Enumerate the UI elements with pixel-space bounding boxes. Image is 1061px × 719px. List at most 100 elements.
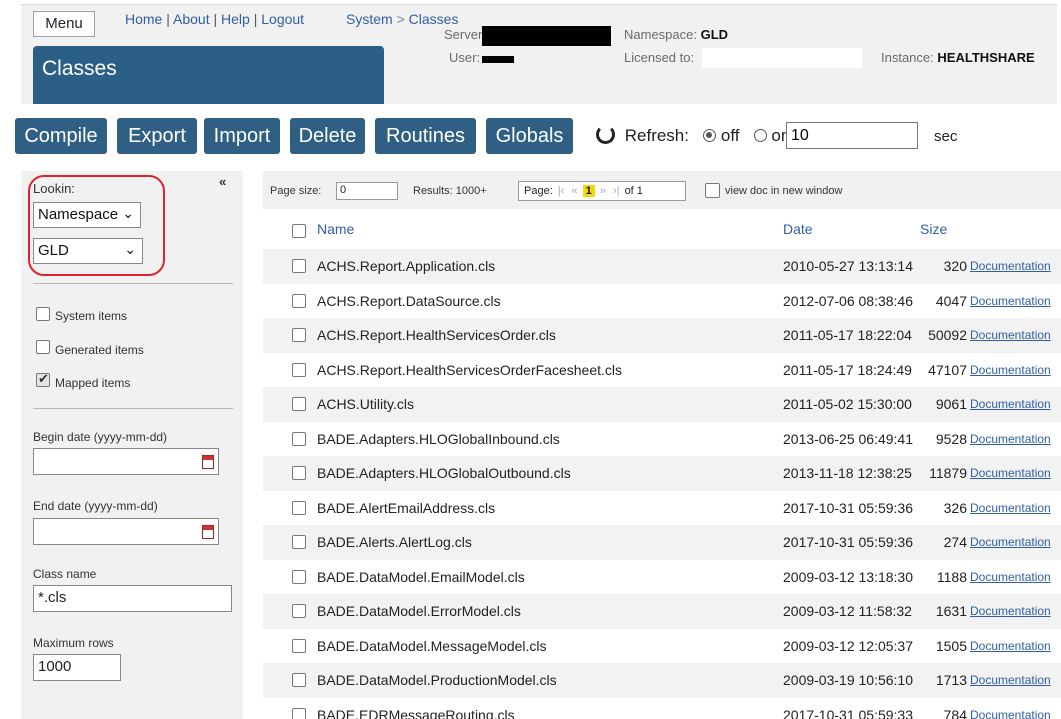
user-label: User: [449, 50, 481, 65]
row-checkbox[interactable] [292, 707, 306, 719]
lookin-select[interactable]: Namespace ⌄ [33, 202, 141, 228]
refresh-off-radio[interactable] [703, 129, 717, 142]
class-name-input[interactable]: *.cls [33, 585, 232, 612]
documentation-link[interactable]: Documentation [970, 604, 1051, 618]
documentation-link[interactable]: Documentation [970, 363, 1051, 377]
table-row[interactable]: BADE.DataModel.ErrorModel.cls 2009-03-12 … [263, 594, 1061, 629]
page-size-input[interactable]: 0 [336, 182, 398, 200]
row-checkbox[interactable] [292, 466, 306, 480]
size-cell: 1713 [935, 672, 967, 688]
row-checkbox[interactable] [292, 362, 306, 377]
mapped-items-checkbox[interactable] [36, 371, 50, 387]
table-row[interactable]: BADE.AlertEmailAddress.cls 2017-10-31 05:… [263, 491, 1061, 526]
class-name-cell[interactable]: BADE.Adapters.HLOGlobalInbound.cls [317, 431, 560, 447]
routines-button[interactable]: Routines [375, 118, 476, 154]
lookin-select-value: Namespace [38, 206, 119, 223]
end-date-input[interactable] [33, 518, 219, 545]
class-name-cell[interactable]: BADE.DataModel.ErrorModel.cls [317, 603, 521, 619]
last-page-icon[interactable]: ›| [613, 185, 620, 197]
refresh-interval-input[interactable] [786, 122, 918, 149]
table-row[interactable]: ACHS.Utility.cls 2011-05-02 15:30:00 9061 D… [263, 387, 1061, 422]
breadcrumb-system[interactable]: System [346, 11, 393, 27]
max-rows-input[interactable]: 1000 [33, 654, 121, 681]
system-items-checkbox[interactable] [36, 307, 50, 321]
row-checkbox[interactable] [292, 535, 306, 549]
select-all-checkbox[interactable] [292, 224, 306, 238]
row-checkbox[interactable] [292, 293, 306, 308]
table-row[interactable]: BADE.Alerts.AlertLog.cls 2017-10-31 05:59… [263, 525, 1061, 560]
refresh-on-radio[interactable] [753, 129, 767, 142]
row-checkbox[interactable] [292, 638, 306, 653]
calendar-icon[interactable] [202, 455, 214, 469]
documentation-link[interactable]: Documentation [970, 466, 1051, 480]
class-name-cell[interactable]: BADE.DataModel.MessageModel.cls [317, 638, 547, 654]
import-button[interactable]: Import [204, 118, 280, 154]
row-checkbox[interactable] [292, 259, 306, 273]
globals-button[interactable]: Globals [486, 118, 573, 154]
table-row[interactable]: ACHS.Report.HealthServicesOrder.cls 2011-… [263, 318, 1061, 353]
documentation-link[interactable]: Documentation [970, 708, 1051, 719]
name-column-header[interactable]: Name [317, 221, 354, 237]
row-checkbox[interactable] [292, 328, 306, 342]
size-column-header[interactable]: Size [920, 221, 947, 237]
documentation-link[interactable]: Documentation [970, 673, 1051, 687]
help-link[interactable]: Help [221, 11, 250, 27]
calendar-icon[interactable] [202, 525, 214, 539]
view-doc-checkbox[interactable] [705, 183, 720, 198]
row-checkbox[interactable] [292, 431, 306, 446]
row-checkbox[interactable] [292, 604, 306, 618]
generated-items-checkbox[interactable] [36, 340, 50, 354]
documentation-link[interactable]: Documentation [970, 639, 1051, 653]
table-row[interactable]: BADE.Adapters.HLOGlobalInbound.cls 2013-0… [263, 422, 1061, 457]
table-row[interactable]: BADE.DataModel.MessageModel.cls 2009-03-1… [263, 629, 1061, 664]
row-checkbox[interactable] [292, 673, 306, 687]
class-name-cell[interactable]: BADE.Alerts.AlertLog.cls [317, 534, 472, 550]
class-name-cell[interactable]: BADE.DataModel.ProductionModel.cls [317, 672, 557, 688]
class-name-cell[interactable]: BADE.DataModel.EmailModel.cls [317, 569, 525, 585]
documentation-link[interactable]: Documentation [970, 259, 1051, 273]
logout-link[interactable]: Logout [261, 11, 304, 27]
refresh-icon[interactable] [596, 125, 615, 144]
class-name-cell[interactable]: BADE.EDRMessageRouting.cls [317, 707, 515, 719]
table-row[interactable]: ACHS.Report.HealthServicesOrderFacesheet… [263, 353, 1061, 388]
table-row[interactable]: BADE.EDRMessageRouting.cls 2017-10-31 05:… [263, 698, 1061, 719]
row-checkbox[interactable] [292, 569, 306, 584]
compile-button[interactable]: Compile [15, 118, 107, 154]
class-name-cell[interactable]: ACHS.Report.Application.cls [317, 258, 495, 274]
class-name-cell[interactable]: ACHS.Report.HealthServicesOrderFacesheet… [317, 362, 622, 378]
documentation-link[interactable]: Documentation [970, 397, 1051, 411]
delete-button[interactable]: Delete [290, 118, 365, 154]
about-link[interactable]: About [173, 11, 210, 27]
class-name-cell[interactable]: BADE.AlertEmailAddress.cls [317, 500, 495, 516]
first-page-icon[interactable]: |‹ [558, 185, 565, 197]
row-checkbox[interactable] [292, 500, 306, 515]
class-name-cell[interactable]: ACHS.Utility.cls [317, 396, 414, 412]
table-row[interactable]: BADE.DataModel.EmailModel.cls 2009-03-12 … [263, 560, 1061, 595]
class-name-cell[interactable]: BADE.Adapters.HLOGlobalOutbound.cls [317, 465, 571, 481]
export-button[interactable]: Export [117, 118, 197, 154]
date-cell: 2017-10-31 05:59:36 [783, 534, 913, 550]
class-name-cell[interactable]: ACHS.Report.DataSource.cls [317, 293, 501, 309]
namespace-select[interactable]: GLD ⌄ [33, 238, 143, 264]
date-cell: 2009-03-12 13:18:30 [783, 568, 913, 585]
documentation-link[interactable]: Documentation [970, 501, 1051, 515]
menu-button[interactable]: Menu [33, 11, 95, 37]
begin-date-input[interactable] [33, 448, 219, 475]
table-row[interactable]: ACHS.Report.DataSource.cls 2012-07-06 08:… [263, 284, 1061, 319]
row-checkbox[interactable] [292, 397, 306, 411]
documentation-link[interactable]: Documentation [970, 294, 1051, 308]
class-name-cell[interactable]: ACHS.Report.HealthServicesOrder.cls [317, 327, 556, 343]
prev-page-icon[interactable]: « [571, 185, 577, 197]
next-page-icon[interactable]: » [600, 185, 606, 197]
breadcrumb-classes[interactable]: Classes [409, 11, 459, 27]
table-row[interactable]: ACHS.Report.Application.cls 2010-05-27 13… [263, 249, 1061, 284]
documentation-link[interactable]: Documentation [970, 432, 1051, 446]
table-row[interactable]: BADE.DataModel.ProductionModel.cls 2009-0… [263, 663, 1061, 698]
documentation-link[interactable]: Documentation [970, 570, 1051, 584]
home-link[interactable]: Home [125, 11, 162, 27]
documentation-link[interactable]: Documentation [970, 535, 1051, 549]
collapse-panel-icon[interactable]: « [219, 174, 226, 189]
date-column-header[interactable]: Date [783, 221, 813, 237]
table-row[interactable]: BADE.Adapters.HLOGlobalOutbound.cls 2013-… [263, 456, 1061, 491]
documentation-link[interactable]: Documentation [970, 328, 1051, 342]
